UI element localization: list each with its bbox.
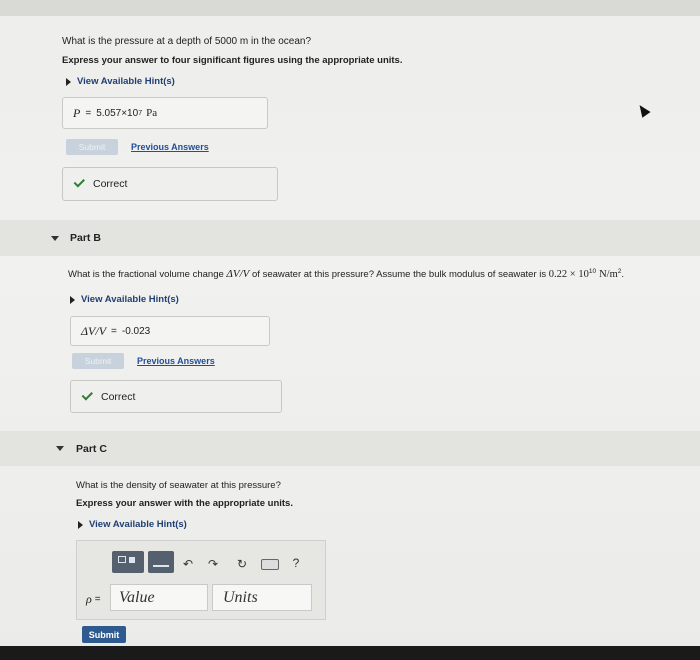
keyboard-icon[interactable] (261, 559, 279, 570)
part-c-title: Part C (76, 442, 107, 455)
undo-icon[interactable]: ↶ (181, 557, 195, 571)
part-b-answer-value: -0.023 (121, 325, 151, 337)
part-b-header[interactable]: Part B (0, 220, 700, 256)
part-c-answer-label: ρ = (86, 592, 101, 607)
redo-icon[interactable]: ↷ (206, 557, 220, 571)
page: What is the pressure at a depth of 5000 … (0, 0, 700, 660)
checkmark-icon (81, 388, 93, 401)
part-a-feedback: Correct (62, 167, 278, 201)
part-a-answer-unit: Pa (146, 107, 158, 119)
checkmark-icon (73, 176, 85, 188)
help-icon[interactable]: ? (290, 556, 302, 570)
part-b-question: What is the fractional volume change ΔV/… (68, 268, 624, 280)
expand-triangle-icon (78, 520, 83, 529)
part-a-question: What is the pressure at a depth of 5000 … (62, 36, 312, 47)
part-b-question-mid: of seawater at this pressure? Assume the… (249, 269, 549, 281)
part-c-submit-button[interactable]: Submit (82, 626, 126, 643)
units-input[interactable]: Units (212, 584, 312, 611)
part-c-hint-toggle[interactable]: View Available Hint(s) (78, 519, 187, 530)
part-b-bulk-exp: 10 (588, 268, 597, 275)
part-a-feedback-text: Correct (93, 178, 128, 190)
template-square-icon (129, 557, 135, 563)
part-c-question: What is the density of seawater at this … (76, 480, 281, 491)
expand-triangle-icon (70, 295, 75, 304)
part-b-submit-button[interactable]: Submit (72, 353, 124, 369)
part-b-answer-box: ΔV/V = -0.023 (70, 316, 270, 346)
part-b-answer-variable: ΔV/V (81, 323, 107, 338)
part-b-question-start: What is the fractional volume change (68, 269, 227, 281)
part-b-feedback: Correct (70, 380, 282, 413)
part-a-submit-button[interactable]: Submit (66, 139, 118, 155)
part-b-hint-label: View Available Hint(s) (81, 294, 179, 305)
value-input[interactable]: Value (110, 584, 208, 611)
collapse-triangle-icon (56, 446, 64, 451)
part-c-toolbar-templates (112, 551, 174, 573)
templates-button[interactable] (112, 551, 144, 573)
part-b-title: Part B (70, 232, 101, 244)
part-b-question-end: . (621, 269, 624, 281)
part-b-equals: = (111, 325, 117, 337)
part-a-hint-label: View Available Hint(s) (77, 76, 175, 87)
part-a-answer-box: P = 5.057×10 7 Pa (62, 97, 268, 129)
part-c-equals: = (94, 594, 101, 605)
part-a-instruction: Express your answer to four significant … (62, 55, 403, 66)
units-template-button[interactable] (148, 551, 174, 573)
part-b-bulk-unit: N/m (599, 269, 618, 281)
top-edge (0, 0, 700, 16)
part-b-previous-answers-link[interactable]: Previous Answers (137, 356, 215, 366)
part-a-hint-toggle[interactable]: View Available Hint(s) (66, 76, 175, 87)
part-b-hint-toggle[interactable]: View Available Hint(s) (70, 294, 179, 305)
part-a-previous-answers-link[interactable]: Previous Answers (131, 142, 209, 152)
part-a-answer-variable: P (73, 105, 81, 120)
part-a-answer-mantissa: 5.057×10 (96, 107, 139, 119)
template-box-icon (118, 556, 126, 563)
part-c-header[interactable]: Part C (0, 431, 700, 466)
part-b-question-var: ΔV/V (226, 268, 250, 281)
collapse-triangle-icon (51, 235, 59, 241)
part-c-answer-variable: ρ (86, 592, 92, 606)
part-c-instruction: Express your answer with the appropriate… (76, 498, 293, 509)
expand-triangle-icon (66, 77, 71, 86)
bottom-edge (0, 646, 700, 660)
part-a-answer-exponent: 7 (138, 109, 143, 117)
part-b-feedback-text: Correct (101, 390, 136, 403)
reset-icon[interactable]: ↻ (235, 557, 249, 571)
units-icon (153, 565, 169, 567)
part-a-equals: = (85, 107, 92, 119)
part-c-hint-label: View Available Hint(s) (89, 519, 187, 530)
mouse-pointer-icon (635, 102, 651, 118)
part-b-bulk-value: 0.22 × 10 (548, 269, 589, 281)
